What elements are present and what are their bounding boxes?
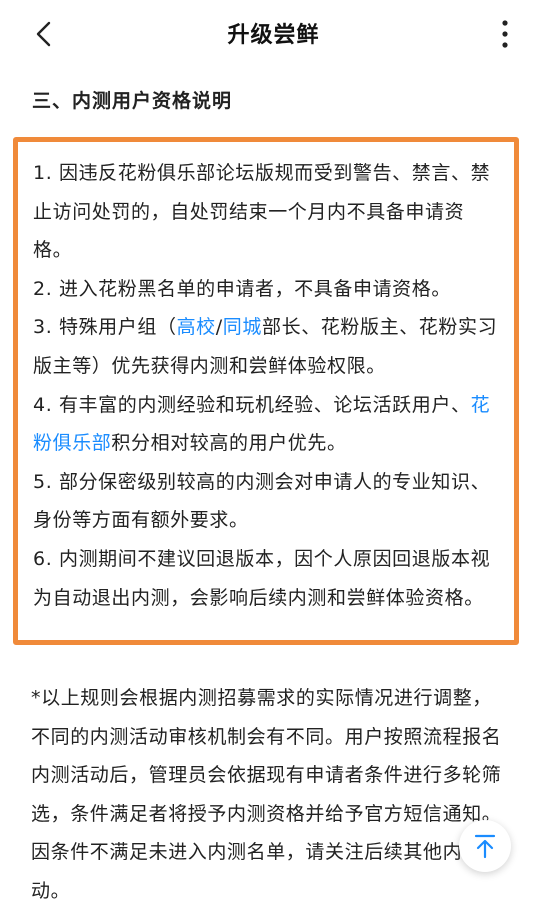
page: 升级尝鲜 三、内测用户资格说明 1. 因违反花粉俱乐部论坛版规而受到警告、禁言、… [0,0,547,899]
rule-6: 6. 内测期间不建议回退版本，因个人原因回退版本视为自动退出内测，会影响后续内测… [33,547,491,609]
rule-4-suffix: 积分相对较高的用户优先。 [111,432,347,455]
rules-note: *以上规则会根据内测招募需求的实际情况进行调整，不同的内测活动审核机制会有不同。… [31,687,502,899]
link-campus[interactable]: 高校 [177,316,216,338]
eligibility-rules-box: 1. 因违反花粉俱乐部论坛版规而受到警告、禁言、禁止访问处罚的，自处罚结束一个月… [13,137,519,645]
more-options-button[interactable] [489,14,521,54]
rule-5: 5. 部分保密级别较高的内测会对申请人的专业知识、身份等方面有额外要求。 [33,470,491,532]
rule-3: 3. 特殊用户组（高校/同城部长、花粉版主、花粉实习版主等）优先获得内测和尝鲜体… [33,308,500,385]
rule-2: 2. 进入花粉黑名单的申请者，不具备申请资格。 [33,277,451,300]
top-bar: 升级尝鲜 [0,0,547,66]
rule-4-prefix: 4. 有丰富的内测经验和玩机经验、论坛活跃用户、 [33,393,471,416]
rule-3-separator: / [215,316,223,339]
arrow-up-to-top-icon [474,834,496,859]
section-heading: 三、内测用户资格说明 [32,90,233,112]
rule-4: 4. 有丰富的内测经验和玩机经验、论坛活跃用户、花粉俱乐部积分相对较高的用户优先… [33,386,500,463]
link-same-city[interactable]: 同城 [223,316,262,338]
scroll-to-top-button[interactable] [459,820,511,872]
rule-3-prefix: 3. 特殊用户组（ [33,316,177,339]
more-vertical-icon [502,20,508,48]
page-title: 升级尝鲜 [227,23,320,48]
rule-1: 1. 因违反花粉俱乐部论坛版规而受到警告、禁言、禁止访问处罚的，自处罚结束一个月… [33,162,491,262]
